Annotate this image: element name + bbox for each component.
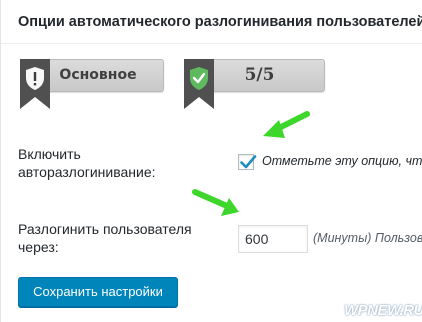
shield-check-icon <box>184 59 214 109</box>
tab-general[interactable]: Основное <box>18 59 164 121</box>
logout-label-line2: через: <box>18 239 59 255</box>
save-settings-button[interactable]: Сохранить настройки <box>18 277 178 307</box>
minutes-description: (Минуты) Пользов <box>313 231 422 245</box>
panel-title: Опции автоматического разлогинивания пол… <box>18 14 422 30</box>
green-arrow-icon <box>192 189 239 216</box>
settings-panel: Опции автоматического разлогинивания пол… <box>0 0 422 322</box>
shield-warning-icon <box>20 59 50 109</box>
panel-header: Опции автоматического разлогинивания пол… <box>1 0 422 44</box>
enable-autologout-label: Включить авторазлогинивание: <box>18 145 156 181</box>
green-arrow-icon <box>263 111 310 138</box>
enable-label-line2: авторазлогинивание: <box>18 164 156 180</box>
minutes-input[interactable] <box>238 225 308 253</box>
enable-autologout-description: Отметьте эту опцию, чт <box>262 154 422 168</box>
enable-autologout-checkbox[interactable] <box>238 154 257 170</box>
watermark: WPNEW.RU <box>344 302 422 319</box>
panel-title-clip: Опции автоматического разлогинивания пол… <box>1 0 422 44</box>
enable-label-line1: Включить <box>18 146 81 162</box>
logout-after-label: Разлогинить пользователя через: <box>18 220 192 256</box>
checkmark-icon <box>240 155 257 169</box>
logout-label-line1: Разлогинить пользователя <box>18 221 192 237</box>
